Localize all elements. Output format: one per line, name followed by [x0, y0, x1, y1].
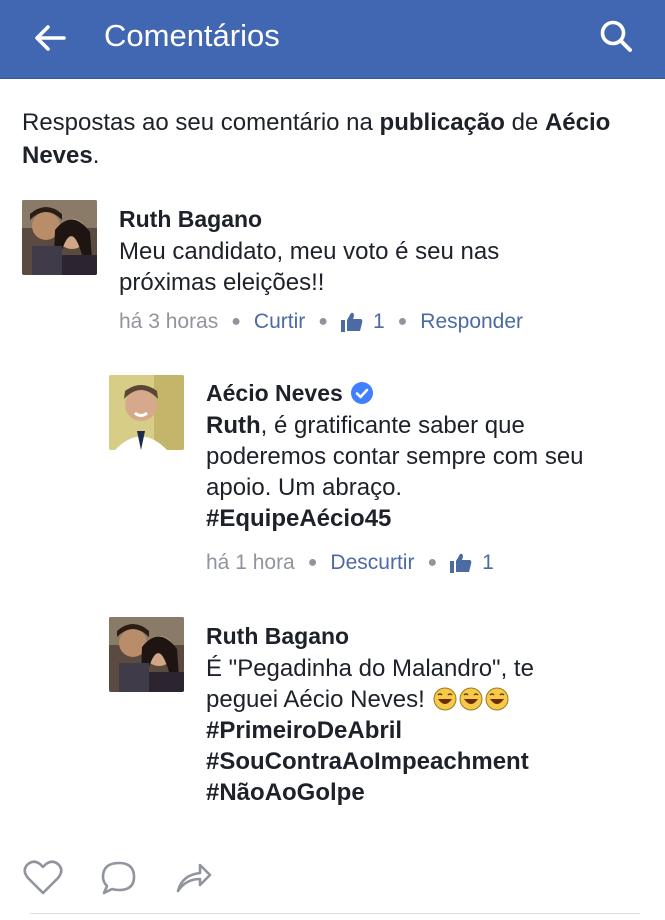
search-icon[interactable] — [594, 14, 640, 60]
hashtag-link[interactable]: #SouContraAoImpeachment — [206, 746, 626, 777]
comment-time: há 1 hora — [206, 551, 295, 574]
like-count[interactable]: 1 — [373, 310, 385, 334]
hashtag-link[interactable]: #PrimeiroDeAbril — [206, 715, 626, 746]
like-button[interactable]: Curtir — [254, 310, 305, 334]
comment-author-name[interactable]: Aécio Neves — [206, 380, 343, 406]
laughing-emoji-icon — [431, 686, 509, 713]
separator-dot: ● — [231, 313, 241, 330]
like-count[interactable]: 1 — [482, 551, 494, 575]
thumbs-up-icon — [340, 312, 363, 332]
page-title: Comentários — [104, 18, 280, 53]
separator-dot: ● — [397, 313, 408, 330]
hashtag-link[interactable]: #NãoAoGolpe — [206, 777, 626, 808]
share-arrow-icon[interactable] — [170, 855, 216, 906]
comment-text: Ruth, é gratificante saber que poderemos… — [206, 410, 586, 534]
footer-actions — [20, 855, 660, 901]
comment-meta: há 1 hora ● Descurtir ● 1 — [206, 551, 494, 575]
intro-suffix: . — [92, 142, 100, 169]
reply-button[interactable]: Responder — [420, 310, 523, 334]
intro-middle: de — [504, 109, 545, 136]
avatar[interactable] — [22, 200, 97, 275]
thumbs-up-icon — [450, 553, 472, 573]
comment-body: , é gratificante saber que poderemos con… — [206, 412, 584, 501]
comment-author[interactable]: Ruth Bagano — [206, 623, 349, 650]
arrow-left-icon[interactable] — [26, 14, 74, 62]
intro-publication-link[interactable]: publicação — [380, 109, 505, 136]
unlike-button[interactable]: Descurtir — [330, 551, 414, 575]
separator-dot: ● — [427, 554, 438, 571]
comment-author: Aécio Neves — [206, 380, 373, 407]
avatar[interactable] — [109, 375, 184, 450]
heart-icon[interactable] — [20, 855, 66, 906]
comment-time: há 3 horas — [119, 310, 219, 333]
replies-intro: Respostas ao seu comentário na publicaçã… — [22, 106, 652, 172]
comment-text: É "Pegadinha do Malandro", te peguei Aéc… — [206, 653, 626, 808]
verified-badge-icon — [350, 382, 373, 404]
top-bar: Comentários — [0, 0, 665, 79]
intro-prefix: Respostas ao seu comentário na — [22, 109, 380, 136]
comment-meta: há 3 horas ● Curtir ● 1 ● Responder — [119, 310, 523, 334]
comment-text: Meu candidato, meu voto é seu nas próxim… — [119, 238, 500, 296]
hashtag-link[interactable]: #EquipeAécio45 — [206, 503, 586, 534]
separator-dot: ● — [318, 313, 328, 330]
comment-author[interactable]: Ruth Bagano — [119, 206, 262, 233]
comment-bubble-icon[interactable] — [96, 855, 142, 906]
avatar[interactable] — [109, 617, 184, 692]
comment-line: peguei Aécio Neves! — [206, 686, 425, 713]
divider — [30, 913, 640, 914]
separator-dot: ● — [307, 554, 318, 571]
mention-link[interactable]: Ruth — [206, 412, 261, 439]
comment-line: É "Pegadinha do Malandro", te — [206, 655, 534, 682]
